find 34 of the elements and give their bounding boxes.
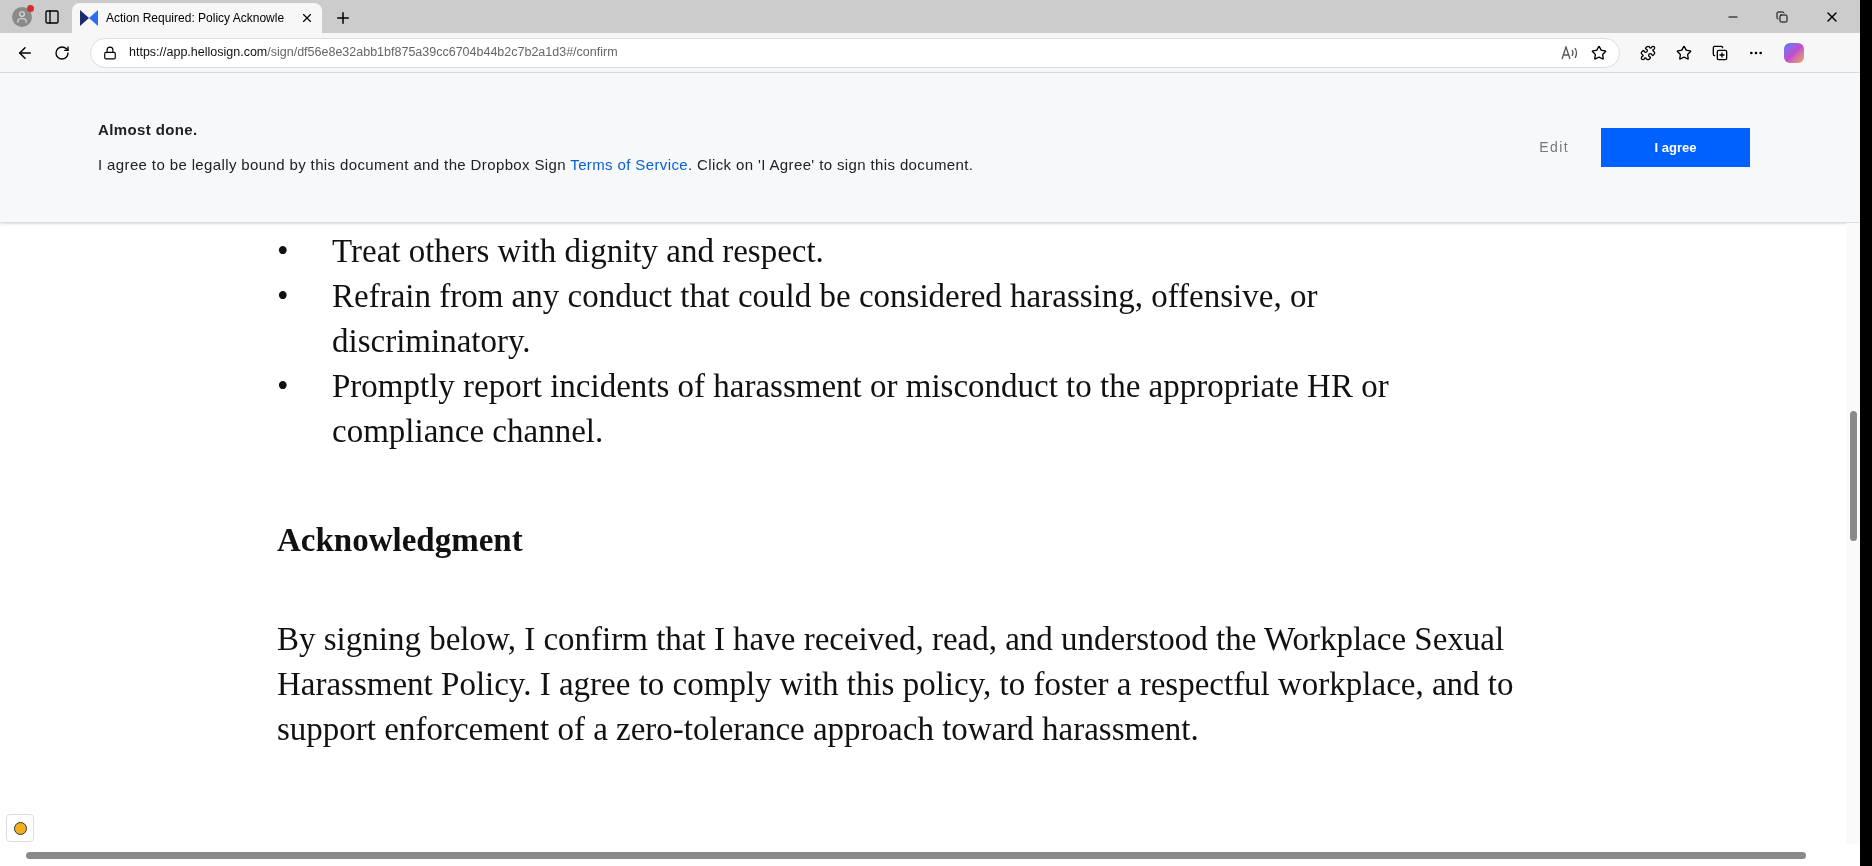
bullet-text: Refrain from any conduct that could be considered harassing, offensive, or discriminatory. [332,277,1319,361]
extensions-icon[interactable] [1640,44,1656,61]
body-paragraph: By signing below, I confirm that I have received, read, and understood the Workplace Sexual Harassment Policy. I agree to comply with this policy, to foster a respectful workplace, and to support enforcement of a zero-tolerance approach toward harassment. [277,620,1515,749]
restore-icon[interactable] [1776,10,1788,23]
scrollbar-thumb[interactable] [1849,411,1857,541]
browser-tab[interactable]: Action Required: Policy Acknowle [72,3,322,33]
profile-icon[interactable] [12,6,32,27]
cookie-icon[interactable] [6,814,34,842]
bullet-marker: • [277,232,290,271]
favorite-icon[interactable] [1591,44,1607,61]
read-aloud-icon[interactable] [1561,45,1579,60]
bullet-text: Treat others with dignity and respect. [332,232,825,271]
tab-actions-icon[interactable] [44,8,60,25]
new-tab-icon[interactable] [334,9,352,27]
close-icon[interactable] [300,11,314,25]
url-text: https://app.hellosign.com/sign/df56e8e32abb1bf875a39cc6704b44b2c7b2a1d3#/confirm [129,44,618,62]
horizontal-scrollbar[interactable] [26,851,1806,859]
agree-button[interactable]: I agree [1601,128,1750,167]
banner-title: Almost done. [98,120,199,140]
bullet-marker: • [277,277,290,316]
agreement-text: I agree to be legally bound by this document and the Dropbox Sign Terms of Service. Click on 'I Agree' to sign this document. [98,154,975,175]
tab-title: Action Required: Policy Acknowle [106,10,286,27]
address-field[interactable]: https://app.hellosign.com/sign/df56e8e32abb1bf875a39cc6704b44b2c7b2a1d3#/confirm [90,37,1620,68]
terms-link[interactable]: Terms of Service [570,155,688,173]
collections-icon[interactable] [1712,44,1728,61]
vertical-scrollbar[interactable] [1846,223,1860,844]
favorites-icon[interactable] [1676,44,1692,61]
section-heading: Acknowledgment [277,521,523,560]
reload-icon[interactable] [54,44,70,61]
lock-icon [103,45,117,60]
logo-icon [80,10,98,26]
bullet-text: Promptly report incidents of harassment or misconduct to the appropriate HR or compliance channel. [332,367,1390,451]
edit-button[interactable]: Edit [1539,137,1569,158]
bullet-marker: • [277,367,290,406]
